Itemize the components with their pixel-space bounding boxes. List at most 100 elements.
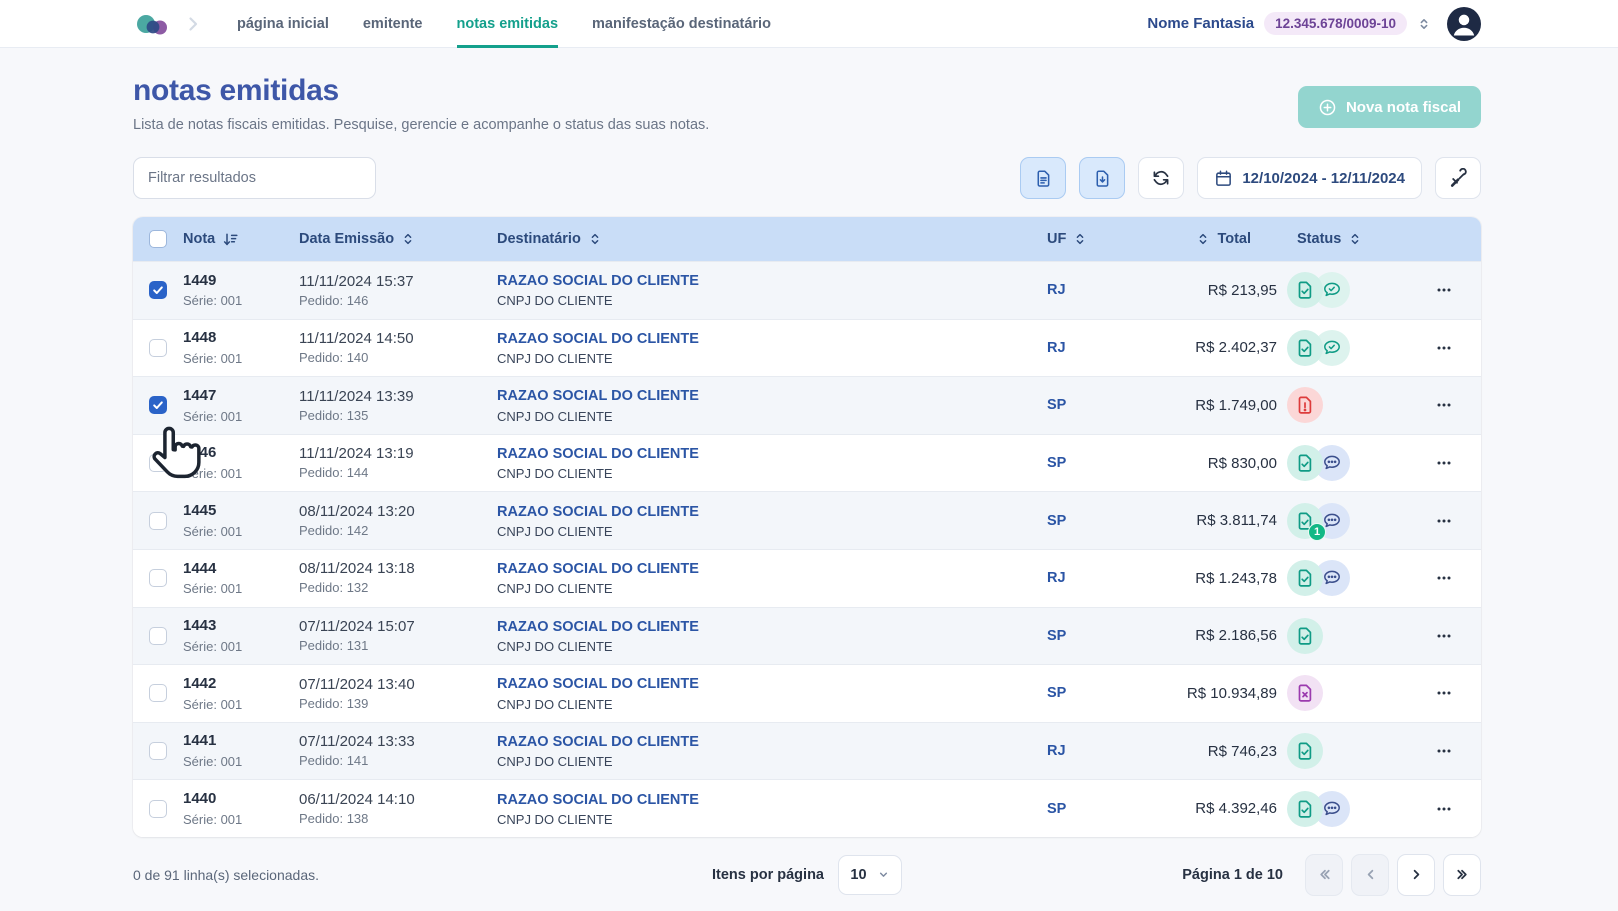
- doc-check-icon[interactable]: [1287, 618, 1323, 654]
- cnpj-badge[interactable]: 12.345.678/0009-10: [1264, 12, 1407, 35]
- recipient-name-link[interactable]: RAZAO SOCIAL DO CLIENTE: [497, 733, 977, 751]
- sort-updown-icon: [401, 231, 415, 247]
- row-checkbox[interactable]: [149, 800, 167, 818]
- status-cell: [1277, 675, 1407, 711]
- table-row[interactable]: 1441 Série: 001 07/11/2024 13:33 Pedido:…: [133, 722, 1481, 780]
- row-actions-button[interactable]: [1407, 281, 1481, 299]
- invoice-number: 1448: [183, 329, 299, 348]
- recipient-name-link[interactable]: RAZAO SOCIAL DO CLIENTE: [497, 330, 977, 348]
- table-row[interactable]: 1447 Série: 001 11/11/2024 13:39 Pedido:…: [133, 376, 1481, 434]
- row-actions-button[interactable]: [1407, 512, 1481, 530]
- row-checkbox[interactable]: [149, 684, 167, 702]
- table-row[interactable]: 1444 Série: 001 08/11/2024 13:18 Pedido:…: [133, 549, 1481, 607]
- recipient-name-link[interactable]: RAZAO SOCIAL DO CLIENTE: [497, 675, 977, 693]
- first-page-button[interactable]: [1305, 854, 1343, 896]
- recipient-cnpj: CNPJ DO CLIENTE: [497, 581, 977, 596]
- total-value: R$ 1.243,78: [1097, 570, 1277, 587]
- row-checkbox[interactable]: [149, 281, 167, 299]
- recipient-name-link[interactable]: RAZAO SOCIAL DO CLIENTE: [497, 791, 977, 809]
- row-actions-button[interactable]: [1407, 454, 1481, 472]
- table-row[interactable]: 1442 Série: 001 07/11/2024 13:40 Pedido:…: [133, 664, 1481, 722]
- invoice-number: 1445: [183, 502, 299, 521]
- recipient-name-link[interactable]: RAZAO SOCIAL DO CLIENTE: [497, 445, 977, 463]
- invoice-series: Série: 001: [183, 293, 299, 309]
- recipient-name-link[interactable]: RAZAO SOCIAL DO CLIENTE: [497, 272, 977, 290]
- refresh-button[interactable]: [1138, 157, 1184, 199]
- nav-link-emitente[interactable]: emitente: [363, 0, 423, 48]
- row-checkbox[interactable]: [149, 512, 167, 530]
- invoice-number: 1440: [183, 790, 299, 809]
- doc-check-icon[interactable]: [1287, 330, 1323, 366]
- app-logo-icon[interactable]: [133, 8, 171, 40]
- row-checkbox[interactable]: [149, 396, 167, 414]
- doc-check-icon[interactable]: [1287, 560, 1323, 596]
- total-value: R$ 2.186,56: [1097, 627, 1277, 644]
- table-row[interactable]: 1440 Série: 001 06/11/2024 14:10 Pedido:…: [133, 779, 1481, 837]
- row-checkbox[interactable]: [149, 569, 167, 587]
- new-invoice-button[interactable]: Nova nota fiscal: [1298, 86, 1481, 128]
- select-all-checkbox[interactable]: [149, 230, 167, 248]
- settings-tools-button[interactable]: [1435, 157, 1481, 199]
- row-actions-button[interactable]: [1407, 800, 1481, 818]
- doc-error-icon[interactable]: [1287, 387, 1323, 423]
- row-actions-button[interactable]: [1407, 569, 1481, 587]
- row-actions-button[interactable]: [1407, 396, 1481, 414]
- date-range-button[interactable]: 12/10/2024 - 12/11/2024: [1197, 157, 1422, 199]
- header-total[interactable]: Total: [1097, 231, 1277, 247]
- row-checkbox[interactable]: [149, 454, 167, 472]
- row-checkbox[interactable]: [149, 742, 167, 760]
- doc-check-icon[interactable]: [1287, 445, 1323, 481]
- header-uf[interactable]: UF: [977, 231, 1097, 247]
- row-actions-button[interactable]: [1407, 339, 1481, 357]
- recipient-name-link[interactable]: RAZAO SOCIAL DO CLIENTE: [497, 618, 977, 636]
- header-nota[interactable]: Nota: [183, 231, 299, 248]
- table-row[interactable]: 1449 Série: 001 11/11/2024 15:37 Pedido:…: [133, 261, 1481, 319]
- invoice-number: 1441: [183, 732, 299, 751]
- recipient-cnpj: CNPJ DO CLIENTE: [497, 639, 977, 654]
- dots-menu-icon: [1435, 569, 1453, 587]
- table-row[interactable]: 1445 Série: 001 08/11/2024 13:20 Pedido:…: [133, 491, 1481, 549]
- dots-menu-icon: [1435, 454, 1453, 472]
- header-status-label: Status: [1297, 231, 1341, 247]
- items-per-page-select[interactable]: 10: [838, 855, 902, 895]
- order-number: Pedido: 140: [299, 350, 497, 366]
- company-switcher-icon[interactable]: [1417, 16, 1431, 32]
- header-status[interactable]: Status: [1277, 231, 1407, 247]
- status-cell: [1277, 791, 1407, 827]
- invoices-table: Nota Data Emissão Destinatário UF: [133, 217, 1481, 837]
- doc-check-icon[interactable]: 1: [1287, 503, 1323, 539]
- recipient-name-link[interactable]: RAZAO SOCIAL DO CLIENTE: [497, 560, 977, 578]
- nav-link-manifestacao-destinatario[interactable]: manifestação destinatário: [592, 0, 771, 48]
- download-document-button[interactable]: [1079, 157, 1125, 199]
- last-page-button[interactable]: [1443, 854, 1481, 896]
- row-actions-button[interactable]: [1407, 742, 1481, 760]
- header-data-emissao[interactable]: Data Emissão: [299, 231, 497, 247]
- nav-link-pagina-inicial[interactable]: página inicial: [237, 0, 329, 48]
- invoice-number: 1447: [183, 387, 299, 406]
- nav-link-notas-emitidas[interactable]: notas emitidas: [457, 0, 559, 48]
- recipient-name-link[interactable]: RAZAO SOCIAL DO CLIENTE: [497, 503, 977, 521]
- top-navbar: página inicial emitente notas emitidas m…: [0, 0, 1618, 48]
- filter-input[interactable]: [133, 157, 376, 199]
- row-checkbox[interactable]: [149, 627, 167, 645]
- emission-date: 11/11/2024 14:50: [299, 330, 497, 347]
- row-actions-button[interactable]: [1407, 627, 1481, 645]
- doc-check-icon[interactable]: [1287, 733, 1323, 769]
- doc-check-icon[interactable]: [1287, 791, 1323, 827]
- previous-page-button[interactable]: [1351, 854, 1389, 896]
- table-footer: 0 de 91 linha(s) selecionadas. Itens por…: [133, 853, 1481, 897]
- table-row[interactable]: 1443 Série: 001 07/11/2024 15:07 Pedido:…: [133, 607, 1481, 665]
- next-page-button[interactable]: [1397, 854, 1435, 896]
- header-destinatario[interactable]: Destinatário: [497, 231, 977, 247]
- export-report-button[interactable]: [1020, 157, 1066, 199]
- table-row[interactable]: 1446 Série: 001 11/11/2024 13:19 Pedido:…: [133, 434, 1481, 492]
- user-avatar[interactable]: [1447, 7, 1481, 41]
- doc-x-icon[interactable]: [1287, 675, 1323, 711]
- recipient-name-link[interactable]: RAZAO SOCIAL DO CLIENTE: [497, 387, 977, 405]
- emission-date: 07/11/2024 13:33: [299, 733, 497, 750]
- row-checkbox[interactable]: [149, 339, 167, 357]
- doc-check-icon[interactable]: [1287, 272, 1323, 308]
- invoice-number: 1449: [183, 272, 299, 291]
- table-row[interactable]: 1448 Série: 001 11/11/2024 14:50 Pedido:…: [133, 319, 1481, 377]
- row-actions-button[interactable]: [1407, 684, 1481, 702]
